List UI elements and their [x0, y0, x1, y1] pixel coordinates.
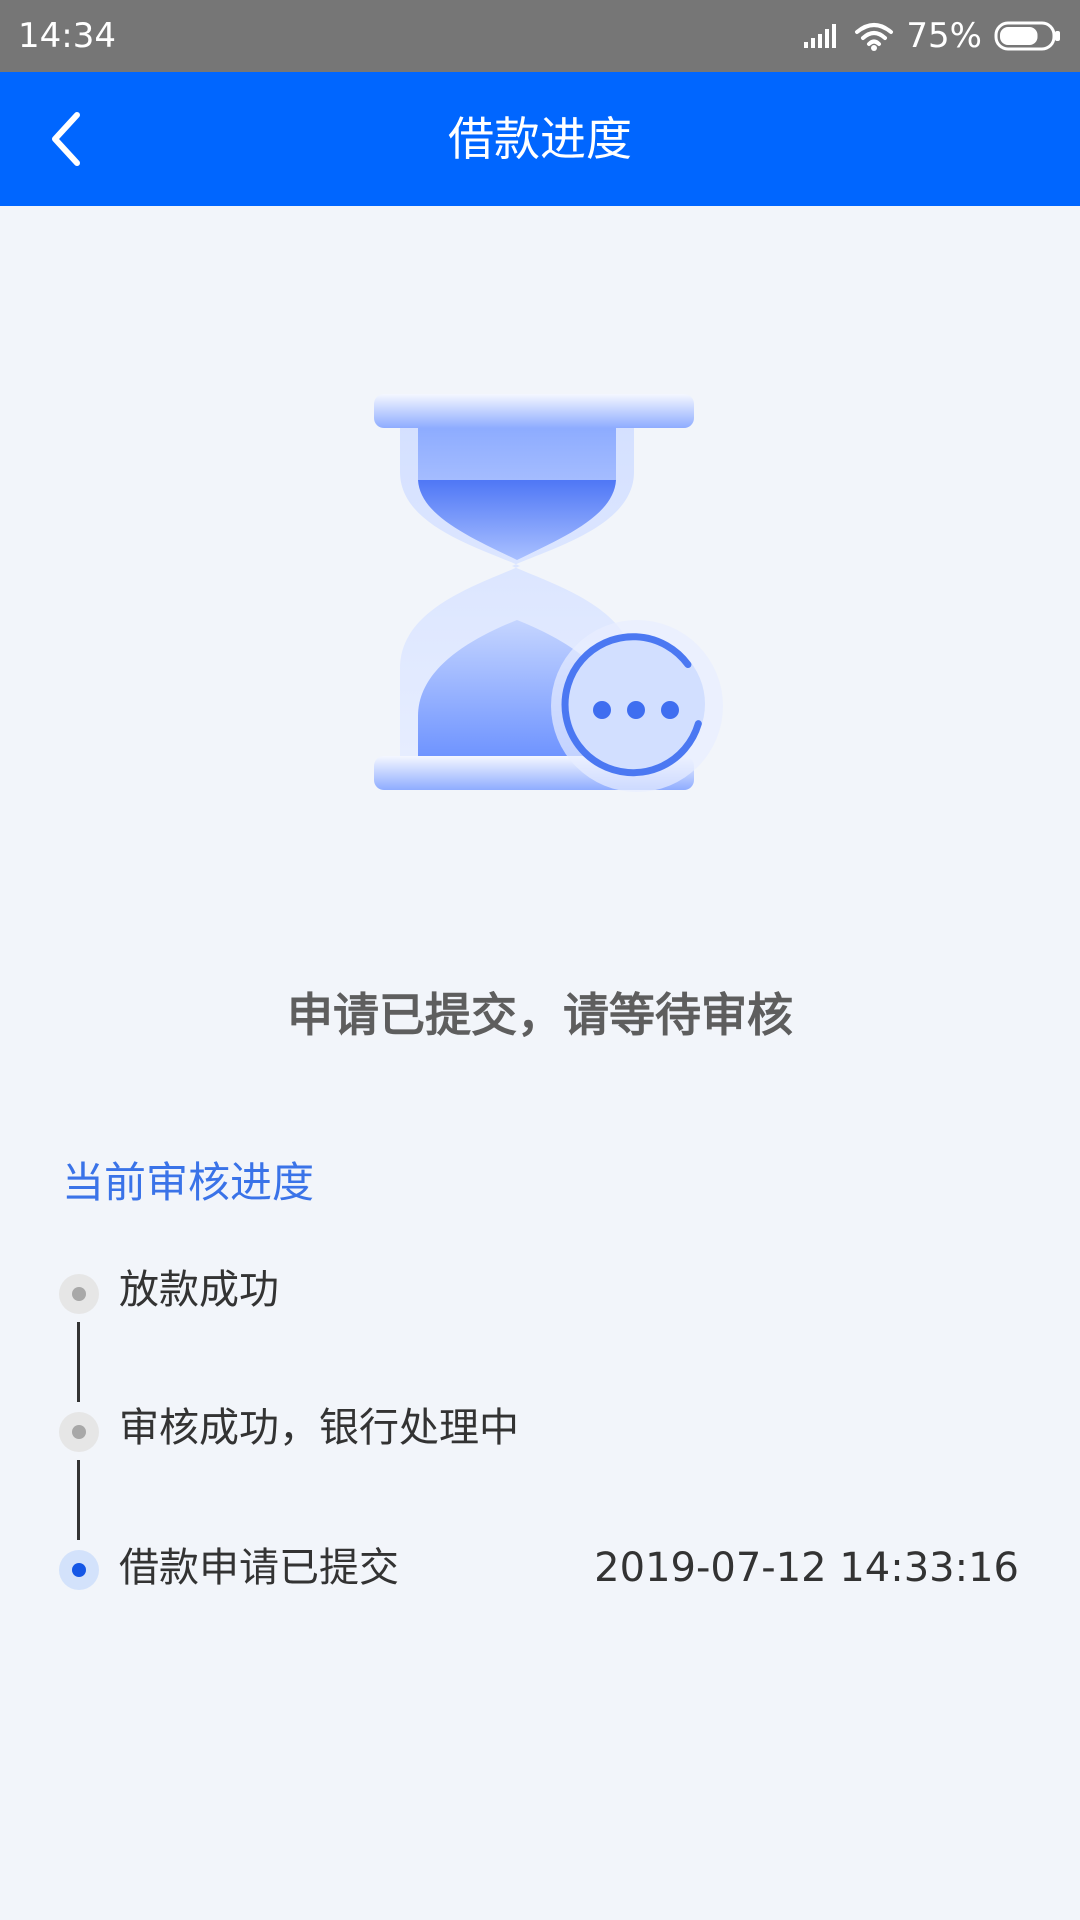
timeline-connector [77, 1460, 80, 1540]
status-time: 14:34 [18, 16, 116, 56]
status-message: 申请已提交，请等待审核 [287, 988, 793, 1042]
progress-section-title: 当前审核进度 [62, 1158, 315, 1207]
status-bar: 14:34 75% [0, 0, 1080, 72]
timeline-dot-pending [59, 1412, 99, 1452]
timeline-step-label: 放款成功 [119, 1267, 279, 1313]
timeline-step-label: 借款申请已提交 [119, 1545, 399, 1591]
status-icons: 75% [802, 14, 1062, 58]
page-title: 借款进度 [448, 112, 632, 166]
signal-icon [804, 24, 837, 48]
timeline-step-time: 2019-07-12 14:33:16 [594, 1545, 1019, 1591]
timeline-dot-current [59, 1550, 99, 1590]
battery-icon [994, 21, 1060, 51]
wifi-icon [855, 23, 894, 51]
timeline-step-label: 审核成功，银行处理中 [119, 1405, 519, 1451]
timeline-dot-pending [59, 1274, 99, 1314]
progress-timeline: 放款成功 审核成功，银行处理中 借款申请已提交 2019-07-12 14:33… [0, 0, 1080, 1920]
app-bar: 借款进度 [0, 72, 1080, 206]
hourglass-pending-icon [374, 394, 723, 792]
battery-percent: 75% [906, 16, 982, 56]
timeline-connector [77, 1322, 80, 1402]
